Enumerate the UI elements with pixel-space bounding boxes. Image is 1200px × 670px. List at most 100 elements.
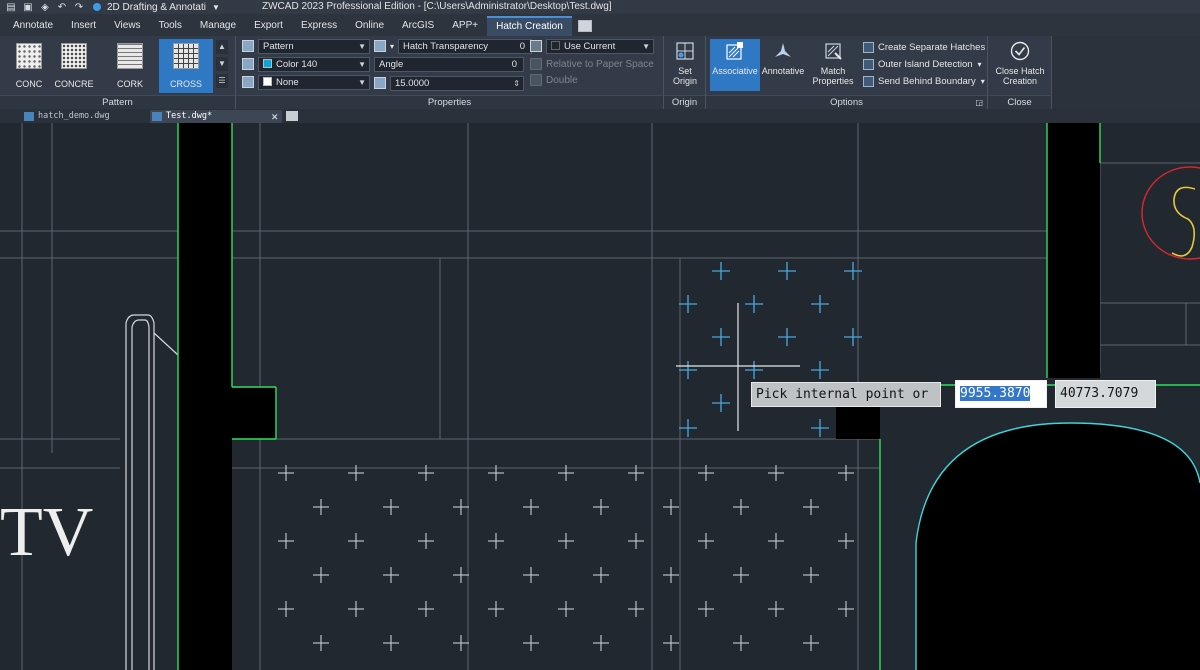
send-behind-boundary-dropdown[interactable]: Send Behind Boundary ▾ — [863, 74, 985, 89]
coordinate-y-input[interactable]: 40773.7079 — [1055, 380, 1156, 408]
new-file-icon[interactable]: ▤ — [5, 1, 17, 13]
file-tab-label: hatch_demo.dwg — [38, 111, 110, 121]
color-swatch — [263, 58, 272, 68]
expand-gallery-icon[interactable]: ☰ — [216, 74, 228, 88]
workspace-selector[interactable]: 2D Drafting & Annotati ▼ — [93, 2, 220, 13]
crosshair-cursor — [676, 303, 800, 431]
angle-label: Angle — [379, 58, 404, 70]
close-icon[interactable]: ✕ — [271, 110, 278, 123]
tab-express[interactable]: Express — [292, 16, 346, 36]
annotative-label: Annotative — [761, 66, 805, 76]
workspace-icon — [93, 3, 101, 11]
chevron-down-icon: ▾ — [977, 60, 982, 69]
cross-pattern-icon — [173, 43, 199, 69]
layer-dropdown[interactable]: Use Current ▼ — [546, 38, 654, 54]
chevron-down-icon: ▾ — [390, 41, 395, 51]
hatch-type-dropdown[interactable]: Pattern ▼ — [258, 38, 370, 54]
hatch-color-value: Color 140 — [276, 58, 318, 70]
hatch-color-dropdown[interactable]: Color 140 ▼ — [258, 56, 370, 72]
pattern-cork[interactable]: CORK — [103, 39, 157, 93]
command-prompt-tooltip: Pick internal point or — [751, 382, 941, 407]
pattern-panel: CONC CONCRE CORK CROSS ▲ ▼ ☰ Pattern — [0, 36, 236, 109]
tab-insert[interactable]: Insert — [62, 16, 105, 36]
swatch-label: CONCRE — [54, 79, 94, 89]
angle-input[interactable]: Angle 0 — [374, 56, 524, 72]
properties-panel: Pattern ▼ Color 140 ▼ None ▼ ▾ Hatch Tra… — [236, 36, 664, 109]
file-tab-label: Test.dwg* — [166, 111, 213, 121]
close-panel: Close Hatch Creation Close — [988, 36, 1052, 109]
layer-icon — [530, 40, 542, 52]
outer-island-detection-dropdown[interactable]: Outer Island Detection ▾ — [863, 57, 982, 72]
ribbon-tabs: Annotate Insert Views Tools Manage Expor… — [0, 14, 1200, 36]
hatch-type-icon — [242, 40, 254, 52]
scroll-down-icon[interactable]: ▼ — [216, 57, 228, 71]
double-label: Double — [546, 74, 578, 86]
pattern-cross[interactable]: CROSS — [159, 39, 213, 93]
separate-hatches-icon — [863, 42, 874, 53]
background-color-dropdown[interactable]: None ▼ — [258, 74, 370, 90]
plot-icon[interactable]: ◈ — [39, 1, 51, 13]
background-value: None — [276, 76, 299, 88]
draw-order-icon — [863, 76, 874, 87]
set-origin-icon — [676, 42, 694, 60]
associative-button[interactable]: Associative — [710, 39, 760, 91]
check-circle-icon — [1010, 41, 1030, 61]
pattern-scroll: ▲ ▼ ☰ — [216, 40, 228, 91]
tab-app-plus[interactable]: APP+ — [443, 16, 487, 36]
file-tab-hatch-demo[interactable]: hatch_demo.dwg — [22, 110, 148, 123]
tv-label: TV — [0, 494, 93, 571]
tab-tools[interactable]: Tools — [150, 16, 191, 36]
set-origin-button[interactable]: Set Origin — [666, 39, 704, 91]
drawing-canvas[interactable]: TV Pick internal point or 9955.3870 4077… — [0, 123, 1200, 670]
spinner-icon[interactable]: ⇕ — [513, 77, 520, 90]
dialog-launcher-icon[interactable]: ◲ — [975, 96, 983, 110]
coordinate-x-input[interactable]: 9955.3870 — [955, 380, 1047, 408]
double-button[interactable]: Double — [530, 72, 578, 88]
tab-arcgis[interactable]: ArcGIS — [393, 16, 443, 36]
white-hatch-pattern — [278, 465, 854, 651]
scale-icon — [374, 77, 386, 89]
chevron-down-icon: ▼ — [642, 41, 650, 51]
create-separate-hatches-button[interactable]: Create Separate Hatches — [863, 40, 985, 55]
transparency-label: Hatch Transparency — [403, 40, 489, 52]
scale-value: 15.0000 — [395, 77, 430, 89]
background-swatch — [263, 76, 272, 86]
chevron-down-icon: ▼ — [358, 77, 366, 87]
tab-views[interactable]: Views — [105, 16, 150, 36]
match-properties-button[interactable]: Match Properties — [808, 39, 858, 91]
dwg-file-icon — [24, 112, 34, 121]
relative-label: Relative to Paper Space — [546, 58, 654, 70]
blue-hatch-pattern — [679, 262, 862, 437]
tab-hatch-creation[interactable]: Hatch Creation — [487, 16, 572, 36]
relative-paper-space-button[interactable]: Relative to Paper Space — [530, 56, 654, 72]
tv-outline — [125, 314, 179, 670]
pattern-concre[interactable]: CONCRE — [47, 39, 101, 93]
transparency-input[interactable]: Hatch Transparency 0 — [398, 38, 533, 54]
match-properties-icon — [825, 43, 842, 60]
close-hatch-creation-button[interactable]: Close Hatch Creation — [991, 39, 1049, 91]
undo-icon[interactable]: ↶ — [56, 1, 68, 13]
scroll-up-icon[interactable]: ▲ — [216, 40, 228, 54]
tab-export[interactable]: Export — [245, 16, 292, 36]
hatch-color-icon — [242, 58, 254, 70]
tab-manage[interactable]: Manage — [191, 16, 245, 36]
file-tab-test[interactable]: Test.dwg* ✕ — [150, 110, 282, 123]
title-bar: ▤ ▣ ◈ ↶ ↷ 2D Drafting & Annotati ▼ ZWCAD… — [0, 0, 1200, 14]
options-panel-title: Options ◲ — [706, 95, 987, 109]
conc-pattern-icon — [16, 43, 42, 69]
chevron-down-icon: ▾ — [980, 77, 985, 86]
tab-online[interactable]: Online — [346, 16, 393, 36]
outer-island-label: Outer Island Detection — [878, 59, 973, 70]
tab-annotate[interactable]: Annotate — [4, 16, 62, 36]
save-icon[interactable]: ▣ — [22, 1, 34, 13]
chevron-down-icon: ▼ — [358, 59, 366, 69]
background-color-icon — [242, 76, 254, 88]
ribbon-toggle-icon[interactable] — [577, 20, 592, 32]
redo-icon[interactable]: ↷ — [73, 1, 85, 13]
app-title: ZWCAD 2023 Professional Edition - [C:\Us… — [262, 1, 612, 12]
scale-input[interactable]: 15.0000 ⇕ — [390, 75, 524, 91]
close-hatch-label: Close Hatch Creation — [995, 66, 1045, 86]
annotative-button[interactable]: Annotative — [760, 39, 806, 91]
origin-panel: Set Origin Origin — [664, 36, 706, 109]
new-tab-icon[interactable] — [286, 111, 298, 121]
